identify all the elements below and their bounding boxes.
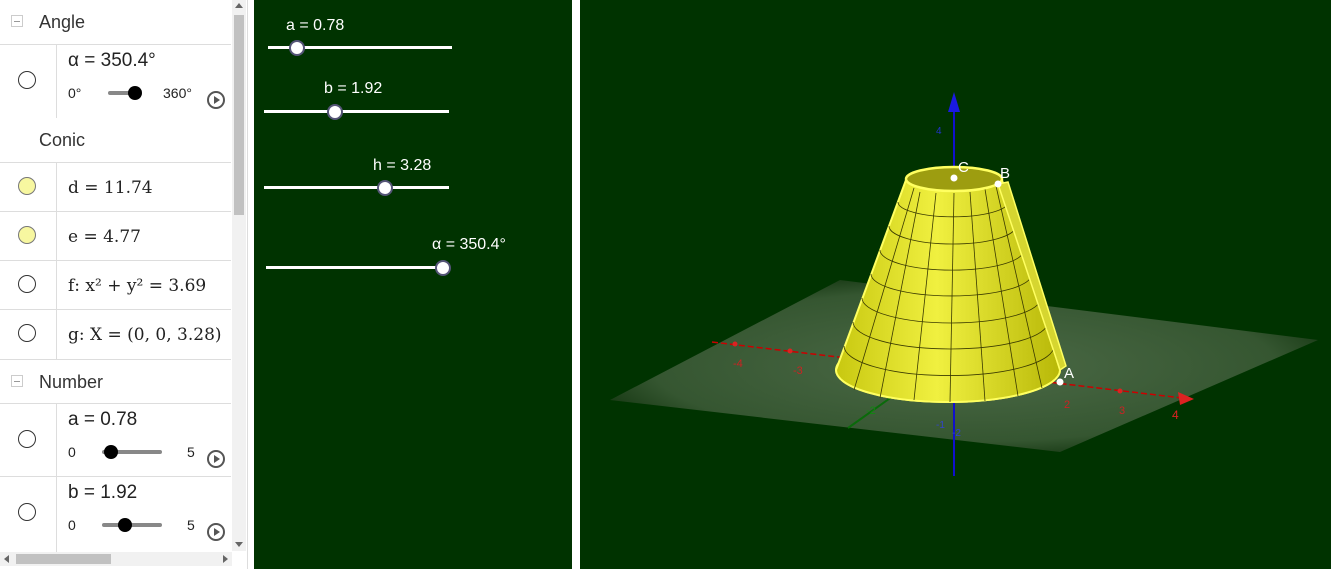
z-tick-label: 4 bbox=[936, 126, 942, 137]
x-tick-mark bbox=[1117, 388, 1123, 394]
slider-h-label: h = 3.28 bbox=[373, 157, 432, 174]
alpha-definition[interactable]: α = 350.4° bbox=[68, 50, 156, 72]
x-tick-label: 3 bbox=[1119, 405, 1125, 417]
group-conic-title: Conic bbox=[39, 130, 86, 150]
b-slider-track[interactable] bbox=[102, 518, 162, 532]
slider-h-thumb[interactable] bbox=[377, 180, 394, 196]
scroll-down-icon[interactable] bbox=[235, 542, 243, 547]
slider-a-thumb[interactable] bbox=[288, 40, 305, 56]
algebra-row-g[interactable]: g: X = (0, 0, 3.28) bbox=[0, 309, 231, 359]
slider-a-track[interactable] bbox=[268, 40, 452, 56]
a-slider-thumb[interactable] bbox=[104, 445, 119, 459]
algebra-horizontal-scrollbar[interactable] bbox=[0, 552, 232, 566]
y-tick-label: -2 bbox=[866, 405, 876, 417]
point-b-label: B bbox=[1000, 165, 1010, 182]
algebra-row-b[interactable]: b = 1.92 0 5 bbox=[0, 476, 231, 553]
collapse-angle-icon[interactable] bbox=[11, 15, 23, 27]
algebra-view: Angle α = 350.4° 0° 360° Conic d = 11.74… bbox=[0, 0, 248, 569]
group-number[interactable]: Number bbox=[0, 359, 231, 404]
slider-alpha-label: α = 350.4° bbox=[432, 236, 506, 253]
group-number-title: Number bbox=[39, 372, 104, 392]
slider-alpha-thumb[interactable] bbox=[435, 260, 452, 276]
x-tick-label: 2 bbox=[1064, 399, 1070, 411]
algebra-row-e[interactable]: e = 4.77 bbox=[0, 211, 231, 261]
point-a[interactable] bbox=[1056, 378, 1064, 386]
visibility-toggle-a[interactable] bbox=[18, 430, 36, 448]
b-slider-thumb[interactable] bbox=[118, 518, 133, 532]
point-a-label: A bbox=[1064, 365, 1074, 382]
graphics-view[interactable]: a = 0.78 b = 1.92 h = 3.28 α = 350.4° bbox=[254, 0, 572, 569]
truncated-cone-surface bbox=[834, 166, 1062, 403]
d-definition[interactable]: d = 11.74 bbox=[68, 178, 153, 198]
alpha-slider-thumb[interactable] bbox=[128, 86, 143, 100]
z-tick-label: -1 bbox=[936, 420, 945, 431]
group-angle[interactable]: Angle bbox=[0, 0, 231, 44]
group-angle-title: Angle bbox=[39, 12, 86, 32]
x-tick-mark bbox=[787, 348, 793, 354]
alpha-play-icon[interactable] bbox=[207, 91, 225, 109]
algebra-vertical-scrollbar[interactable] bbox=[232, 0, 246, 551]
scroll-up-icon[interactable] bbox=[235, 3, 243, 8]
b-definition[interactable]: b = 1.92 bbox=[68, 482, 137, 504]
slider-alpha-track[interactable] bbox=[266, 260, 452, 276]
x-tick-label: 4 bbox=[1172, 408, 1179, 422]
slider-a-label: a = 0.78 bbox=[286, 17, 345, 34]
x-tick-mark bbox=[732, 341, 738, 347]
algebra-row-d[interactable]: d = 11.74 bbox=[0, 162, 231, 212]
scroll-right-icon[interactable] bbox=[223, 555, 228, 563]
panel-divider[interactable] bbox=[572, 0, 580, 569]
b-slider-max: 5 bbox=[187, 517, 195, 533]
g-definition[interactable]: g: X = (0, 0, 3.28) bbox=[68, 325, 222, 345]
e-definition[interactable]: e = 4.77 bbox=[68, 227, 141, 247]
alpha-slider-max: 360° bbox=[163, 85, 192, 101]
point-c[interactable] bbox=[950, 174, 958, 182]
visibility-toggle-f[interactable] bbox=[18, 275, 36, 293]
x-tick-label: -3 bbox=[793, 365, 803, 377]
a-slider-max: 5 bbox=[187, 444, 195, 460]
a-slider-min: 0 bbox=[68, 444, 76, 460]
a-play-icon[interactable] bbox=[207, 450, 225, 468]
3d-scene[interactable]: -4 -3 2 3 4 2 -2 4 -1 -2 bbox=[580, 0, 1331, 569]
graphics-3d-view[interactable]: -4 -3 2 3 4 2 -2 4 -1 -2 bbox=[580, 0, 1331, 569]
visibility-toggle-alpha[interactable] bbox=[18, 71, 36, 89]
scroll-left-icon[interactable] bbox=[4, 555, 9, 563]
z-tick-label: -2 bbox=[952, 428, 961, 439]
z-axis-arrow-icon bbox=[948, 92, 960, 112]
visibility-toggle-b[interactable] bbox=[18, 503, 36, 521]
a-slider-track[interactable] bbox=[102, 445, 162, 459]
f-definition[interactable]: f: x² + y² = 3.69 bbox=[68, 276, 206, 296]
visibility-toggle-e[interactable] bbox=[18, 226, 36, 244]
b-slider-min: 0 bbox=[68, 517, 76, 533]
slider-b-thumb[interactable] bbox=[327, 104, 344, 120]
visibility-toggle-g[interactable] bbox=[18, 324, 36, 342]
x-tick-label: -4 bbox=[733, 358, 743, 370]
group-conic[interactable]: Conic bbox=[0, 118, 231, 162]
horizontal-scroll-thumb[interactable] bbox=[16, 554, 111, 564]
a-definition[interactable]: a = 0.78 bbox=[68, 409, 137, 431]
algebra-row-f[interactable]: f: x² + y² = 3.69 bbox=[0, 260, 231, 310]
alpha-slider-track[interactable] bbox=[108, 86, 143, 100]
b-play-icon[interactable] bbox=[207, 523, 225, 541]
slider-h-track[interactable] bbox=[264, 180, 449, 196]
alpha-slider-min: 0° bbox=[68, 85, 82, 101]
algebra-row-alpha[interactable]: α = 350.4° 0° 360° bbox=[0, 44, 231, 118]
algebra-row-a[interactable]: a = 0.78 0 5 bbox=[0, 403, 231, 477]
collapse-number-icon[interactable] bbox=[11, 375, 23, 387]
vertical-scroll-thumb[interactable] bbox=[234, 15, 244, 215]
point-c-label: C bbox=[958, 159, 969, 176]
slider-b-label: b = 1.92 bbox=[324, 80, 383, 97]
slider-b-track[interactable] bbox=[264, 104, 449, 120]
visibility-toggle-d[interactable] bbox=[18, 177, 36, 195]
